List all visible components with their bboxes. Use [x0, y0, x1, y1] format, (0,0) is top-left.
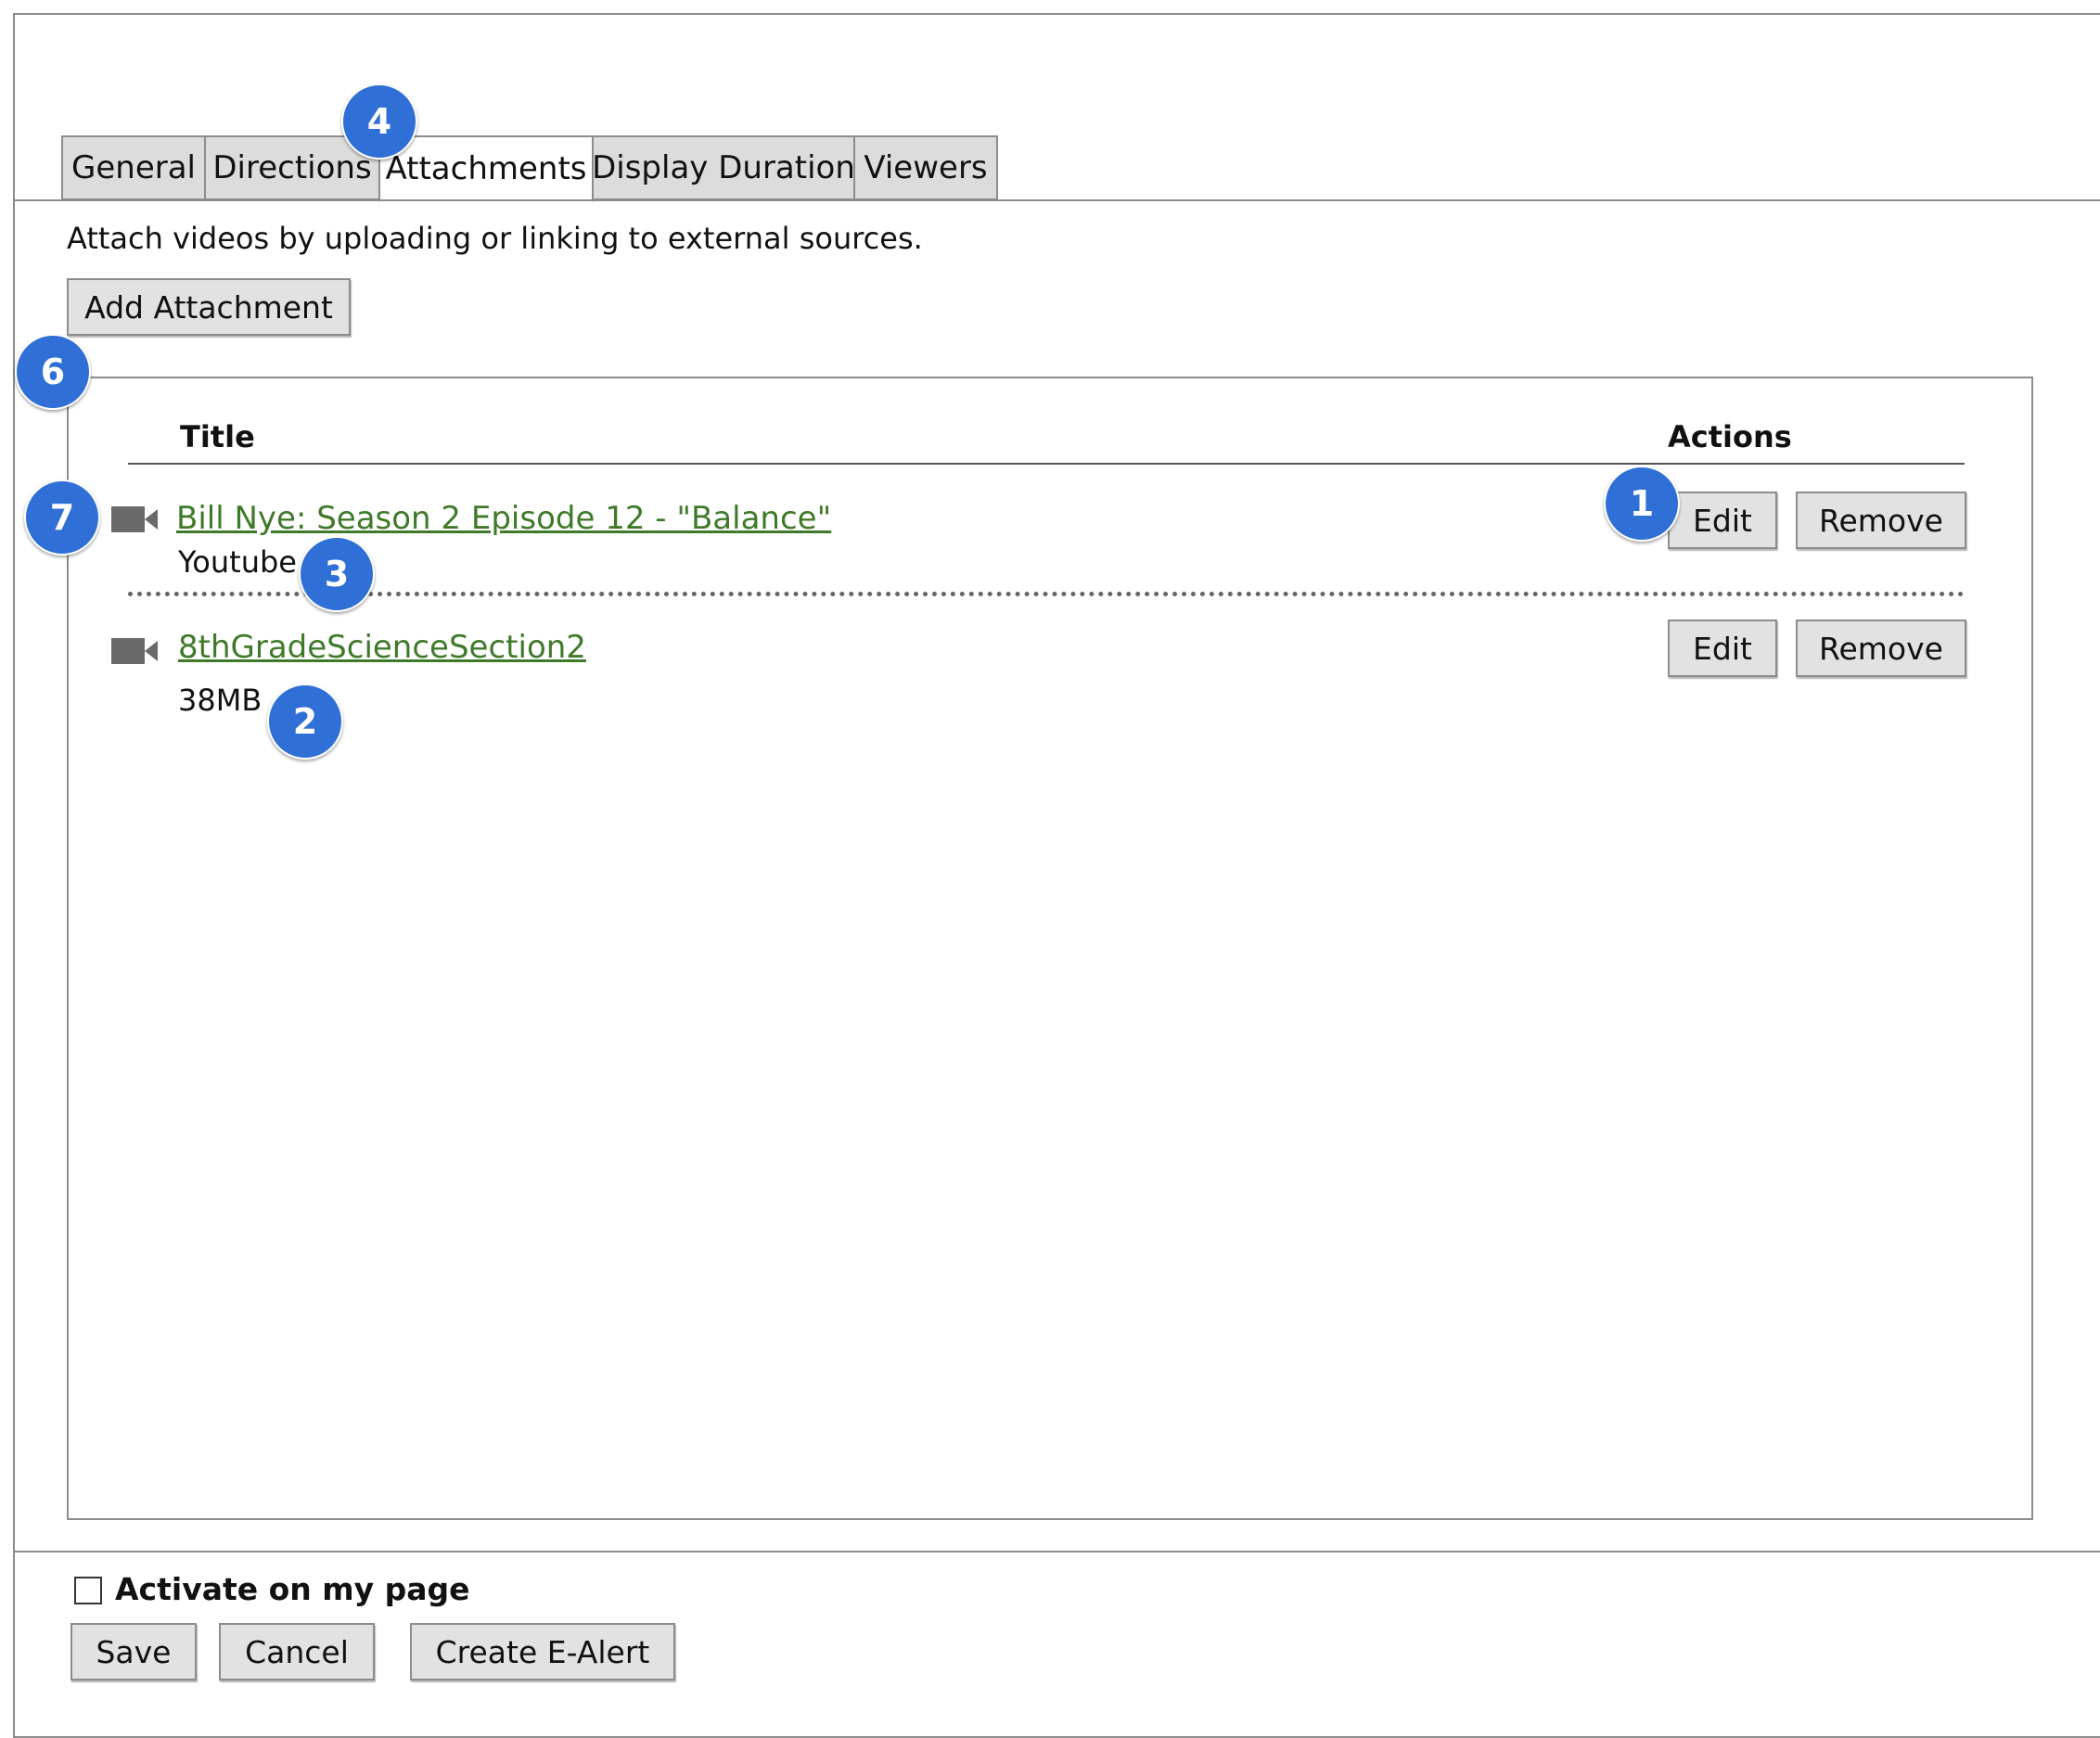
activate-label: Activate on my page [115, 1571, 470, 1607]
annotation-marker: 3 [299, 536, 375, 612]
attachment-title-link[interactable]: Bill Nye: Season 2 Episode 12 - "Balance… [176, 500, 831, 537]
add-attachment-button[interactable]: Add Attachment [67, 278, 351, 336]
annotation-marker: 2 [267, 684, 343, 760]
tab-display-duration[interactable]: Display Duration [592, 135, 855, 200]
attachment-title-link[interactable]: 8thGradeScienceSection2 [178, 629, 586, 666]
video-camera-icon [111, 506, 158, 532]
remove-button[interactable]: Remove [1796, 492, 1966, 549]
row-divider [128, 592, 1965, 596]
edit-button[interactable]: Edit [1668, 620, 1777, 677]
edit-button[interactable]: Edit [1668, 492, 1777, 549]
attachment-source: Youtube [178, 544, 297, 580]
tab-general[interactable]: General [61, 135, 206, 200]
cancel-button[interactable]: Cancel [219, 1623, 375, 1680]
tab-divider [13, 199, 2100, 201]
remove-button[interactable]: Remove [1796, 620, 1966, 677]
tab-attachments[interactable]: Attachments [378, 135, 594, 202]
annotation-marker: 1 [1604, 466, 1680, 542]
create-e-alert-button[interactable]: Create E-Alert [410, 1623, 675, 1680]
annotation-marker: 7 [24, 479, 100, 556]
column-header-actions: Actions [1668, 419, 1792, 454]
annotation-marker: 4 [341, 83, 417, 160]
video-camera-icon [111, 638, 158, 664]
attachment-size: 38MB [178, 683, 262, 718]
activate-checkbox[interactable] [74, 1577, 102, 1604]
column-header-title: Title [180, 419, 255, 454]
save-button[interactable]: Save [70, 1623, 197, 1680]
instruction-text: Attach videos by uploading or linking to… [67, 221, 923, 256]
annotation-marker: 6 [15, 334, 91, 410]
tab-viewers[interactable]: Viewers [853, 135, 998, 200]
footer-divider [13, 1551, 2100, 1553]
header-divider [128, 463, 1965, 465]
